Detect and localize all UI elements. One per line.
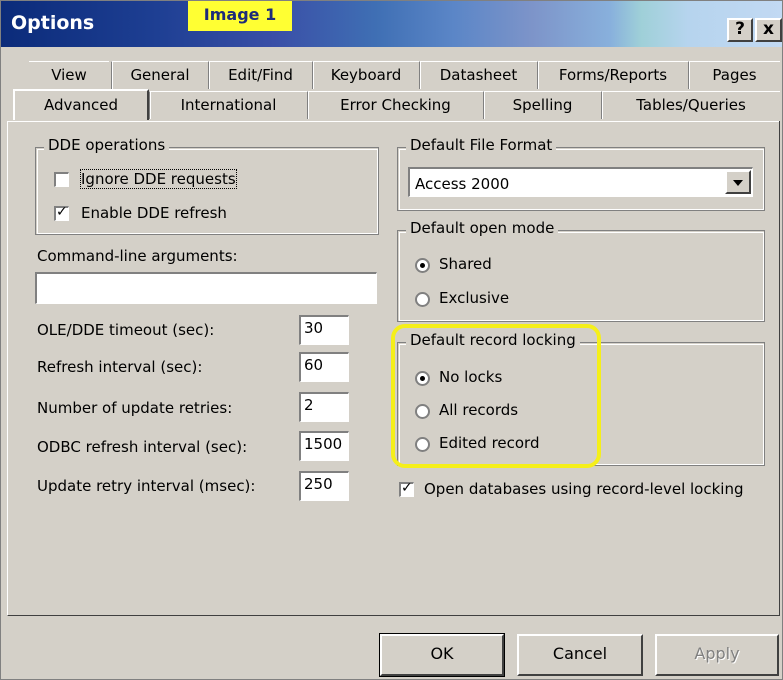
tab-advanced[interactable]: Advanced	[13, 89, 149, 120]
shared-radio[interactable]	[415, 258, 430, 273]
all-records-label[interactable]: All records	[439, 401, 518, 419]
dde-operations-legend: DDE operations	[44, 136, 170, 154]
tab-datasheet[interactable]: Datasheet	[419, 61, 537, 89]
file-format-value: Access 2000	[415, 175, 510, 193]
chevron-down-icon	[733, 180, 743, 186]
cancel-button-label: Cancel	[552, 644, 608, 663]
apply-button-label: Apply	[694, 644, 740, 663]
update-retry-interval-label: Update retry interval (msec):	[37, 477, 256, 495]
apply-button[interactable]: Apply	[655, 634, 779, 676]
close-button[interactable]: x	[755, 18, 782, 42]
cancel-button[interactable]: Cancel	[517, 634, 643, 676]
no-locks-radio[interactable]	[415, 371, 430, 386]
help-button[interactable]: ?	[727, 18, 753, 42]
file-format-dropdown-button[interactable]	[725, 170, 751, 194]
default-file-format-legend: Default File Format	[406, 136, 557, 154]
command-line-label: Command-line arguments:	[37, 247, 238, 265]
default-record-locking-legend: Default record locking	[406, 331, 580, 349]
exclusive-radio[interactable]	[415, 292, 430, 307]
command-line-input[interactable]	[35, 272, 377, 304]
ole-dde-timeout-label: OLE/DDE timeout (sec):	[37, 321, 215, 339]
shared-label[interactable]: Shared	[439, 255, 492, 273]
ole-dde-timeout-input[interactable]: 30	[299, 315, 349, 345]
tab-error-checking[interactable]: Error Checking	[307, 91, 483, 119]
record-level-locking-checkbox[interactable]: ✓	[399, 480, 414, 497]
tab-international[interactable]: International	[149, 91, 307, 119]
update-retry-interval-input[interactable]: 250	[299, 471, 349, 501]
update-retries-label: Number of update retries:	[37, 399, 233, 417]
tab-general[interactable]: General	[111, 61, 208, 89]
edited-record-label[interactable]: Edited record	[439, 434, 539, 452]
odbc-refresh-interval-input[interactable]: 1500	[299, 431, 349, 461]
ignore-dde-label[interactable]: Ignore DDE requests	[80, 169, 237, 189]
window-title: Options	[11, 12, 95, 34]
tab-pages[interactable]: Pages	[688, 61, 780, 89]
enable-dde-refresh-checkbox[interactable]: ✓	[54, 204, 69, 221]
all-records-radio[interactable]	[415, 404, 430, 419]
tab-spelling[interactable]: Spelling	[483, 91, 601, 119]
no-locks-label[interactable]: No locks	[439, 368, 502, 386]
default-open-mode-legend: Default open mode	[406, 219, 559, 237]
ignore-dde-checkbox[interactable]	[54, 172, 69, 187]
default-open-mode-group: Default open mode	[397, 219, 765, 322]
record-level-locking-label[interactable]: Open databases using record-level lockin…	[424, 480, 743, 498]
refresh-interval-input[interactable]: 60	[299, 352, 349, 382]
ok-button-label: OK	[430, 644, 454, 663]
file-format-select[interactable]: Access 2000	[408, 167, 753, 197]
tab-view[interactable]: View	[29, 61, 109, 89]
image-label-badge: Image 1	[188, 1, 292, 31]
options-dialog: Options Image 1 ? x View General Edit/Fi…	[0, 0, 783, 680]
refresh-interval-label: Refresh interval (sec):	[37, 358, 203, 376]
title-bar: Options Image 1 ? x	[1, 1, 782, 47]
tab-edit-find[interactable]: Edit/Find	[208, 61, 312, 89]
tab-forms-reports[interactable]: Forms/Reports	[537, 61, 688, 89]
update-retries-input[interactable]: 2	[299, 392, 349, 422]
odbc-refresh-interval-label: ODBC refresh interval (sec):	[37, 438, 248, 456]
edited-record-radio[interactable]	[415, 437, 430, 452]
tab-keyboard[interactable]: Keyboard	[312, 61, 419, 89]
exclusive-label[interactable]: Exclusive	[439, 289, 509, 307]
tab-tables-queries[interactable]: Tables/Queries	[601, 91, 780, 119]
enable-dde-refresh-label[interactable]: Enable DDE refresh	[81, 204, 227, 222]
ok-button[interactable]: OK	[379, 633, 505, 677]
